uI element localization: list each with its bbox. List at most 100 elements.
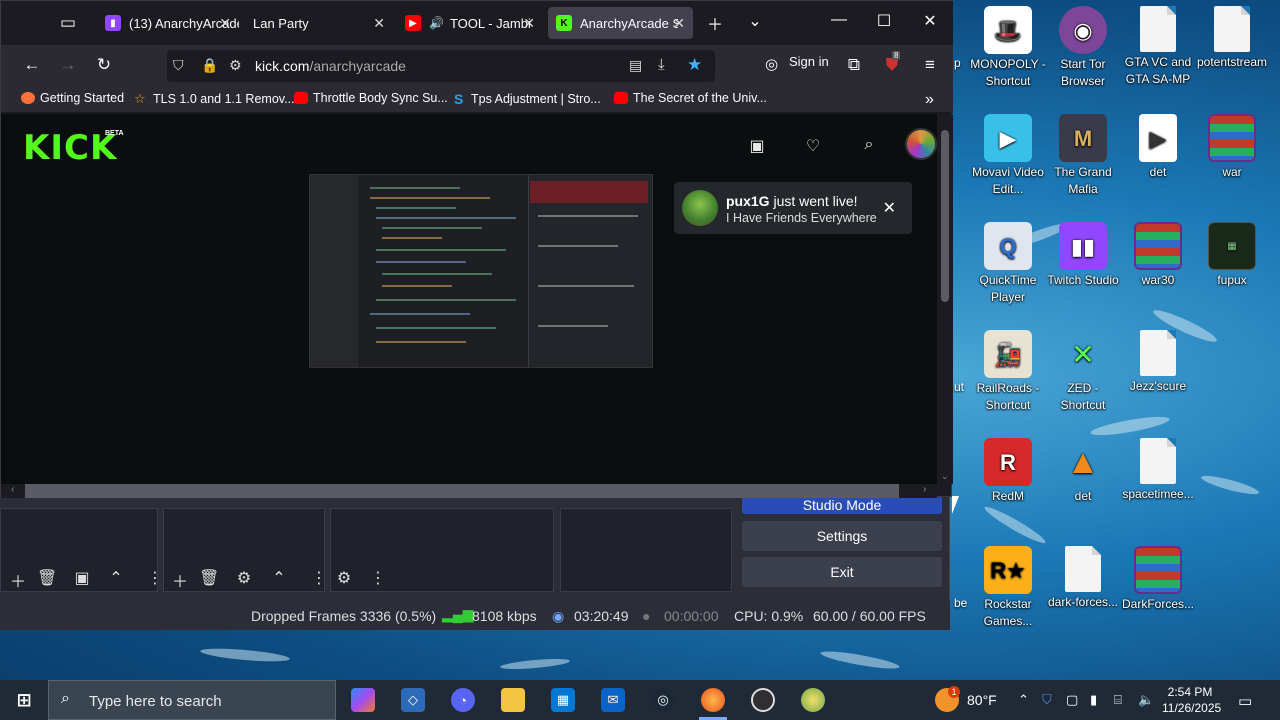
desktop-icon-quicktime[interactable]: Q QuickTime Player — [970, 222, 1046, 306]
app-icon[interactable] — [801, 688, 825, 712]
volume-icon[interactable]: 🔈 — [1138, 692, 1154, 708]
bookmark-item[interactable]: ☆ TLS 1.0 and 1.1 Remov... — [134, 91, 295, 107]
discord-icon[interactable]: ◔ — [451, 688, 475, 712]
desktop-icon-monopoly[interactable]: 🎩 MONOPOLY - Shortcut — [970, 6, 1046, 90]
scrollbar-thumb[interactable] — [25, 484, 899, 498]
desktop-icon-rockstar[interactable]: R★ Rockstar Games... — [970, 546, 1046, 630]
taskbar-search[interactable]: ⌕ Type here to search — [48, 680, 336, 720]
search-icon[interactable]: ⌕ — [857, 136, 881, 154]
tab-twitch[interactable]: ▮ (13) AnarchyArcade ✕ — [97, 7, 239, 39]
usb-icon[interactable]: ▮ — [1090, 692, 1097, 708]
add-scene-icon[interactable]: ＋ — [8, 568, 28, 592]
file-explorer-icon[interactable] — [501, 688, 525, 712]
chevron-up-icon[interactable]: ⌃ — [1018, 692, 1029, 708]
url-bar[interactable]: ⛉ 🔒 ⚙ kick.com/anarchyarcade ▤ ⤓ ★ — [167, 50, 715, 82]
desktop-icon-det[interactable]: ▶ det — [1120, 114, 1196, 181]
desktop-icon-railroads[interactable]: 🚂 RailRoads - Shortcut — [970, 330, 1046, 414]
close-tab-icon[interactable]: ✕ — [373, 15, 385, 32]
defender-icon[interactable]: ⛉ — [1042, 692, 1052, 708]
device-icon[interactable]: ▢ — [1066, 692, 1078, 708]
close-window-icon[interactable]: ✕ — [918, 11, 942, 31]
desktop-icon-jezzscure[interactable]: Jezz'scure — [1120, 330, 1196, 395]
mixer-gear-icon[interactable]: ⚙ — [334, 568, 354, 588]
desktop-icon-potentstream[interactable]: potentstream — [1194, 6, 1270, 71]
live-notification[interactable]: pux1G just went live! I Have Friends Eve… — [674, 182, 912, 234]
firefox-icon[interactable] — [701, 688, 725, 712]
desktop-icon-gta[interactable]: GTA VC and GTA SA-MP — [1120, 6, 1196, 88]
reader-view-icon[interactable]: ▤ — [629, 57, 642, 74]
vertical-scrollbar[interactable]: ⌄ — [937, 114, 953, 484]
tab-kick[interactable]: K AnarchyArcade St ✕ — [548, 7, 693, 39]
desktop-icon-grand-mafia[interactable]: M The Grand Mafia — [1045, 114, 1121, 198]
sign-in-button[interactable]: Sign in — [789, 54, 829, 69]
steam-icon[interactable]: ◎ — [651, 688, 675, 712]
close-icon[interactable]: ✕ — [883, 198, 896, 218]
bookmark-item[interactable]: The Secret of the Univ... — [614, 91, 767, 105]
desktop-icon-dark-forces[interactable]: dark-forces... — [1045, 546, 1121, 611]
more-menu-icon[interactable]: ⋮ — [368, 568, 388, 588]
close-tab-icon[interactable]: ✕ — [523, 15, 535, 32]
desktop-icon-zed[interactable]: ✕ ZED - Shortcut — [1045, 330, 1121, 414]
obs-icon[interactable] — [751, 688, 775, 712]
windows-start-icon[interactable]: ⊞ — [12, 688, 36, 712]
exit-button[interactable]: Exit — [742, 557, 942, 587]
desktop-icon-movavi[interactable]: ▶ Movavi Video Edit... — [970, 114, 1046, 198]
store-icon[interactable]: ▦ — [551, 688, 575, 712]
bookmark-item[interactable]: Throttle Body Sync Su... — [294, 91, 448, 105]
forward-icon[interactable]: → — [56, 55, 80, 75]
settings-button[interactable]: Settings — [742, 521, 942, 551]
minimize-icon[interactable]: — — [827, 11, 851, 29]
new-tab-icon[interactable]: ＋ — [703, 11, 727, 35]
desktop-icon-darkforces-rar[interactable]: DarkForces... — [1120, 546, 1196, 613]
tab-youtube[interactable]: ▶ 🔊 TOOL - Jambi ✕ — [397, 7, 543, 39]
horizontal-scrollbar[interactable]: ‹ › — [1, 484, 937, 498]
move-up-icon[interactable]: ⌃ — [106, 568, 126, 588]
bookmark-item[interactable]: Getting Started — [21, 91, 124, 105]
kick-logo[interactable]: KICK — [23, 128, 117, 168]
tab-list-icon[interactable]: ▭ — [56, 13, 80, 33]
extensions-icon[interactable]: ⧉ — [842, 55, 866, 75]
bookmark-star-icon[interactable]: ★ — [687, 55, 702, 75]
mail-icon[interactable]: ✉ — [601, 688, 625, 712]
tab-lan-party[interactable]: Lan Party ✕ — [245, 7, 393, 39]
desktop-icon-redm[interactable]: R RedM — [970, 438, 1046, 505]
desktop-icon-war[interactable]: war — [1194, 114, 1270, 181]
scroll-left-icon[interactable]: ‹ — [11, 484, 14, 495]
chevron-right-icon[interactable]: » — [925, 91, 934, 109]
scrollbar-thumb[interactable] — [941, 130, 949, 302]
video-player[interactable] — [309, 174, 653, 368]
shield-icon[interactable]: ⛉ — [173, 57, 184, 74]
avatar[interactable] — [905, 128, 937, 160]
heart-icon[interactable]: ♡ — [801, 136, 825, 156]
desktop-icon-war30[interactable]: war30 — [1120, 222, 1196, 289]
clock[interactable]: 2:54 PM 11/26/2025 — [1162, 684, 1221, 716]
more-menu-icon[interactable]: ⋮ — [145, 568, 165, 588]
visual-studio-icon[interactable]: ◇ — [401, 688, 425, 712]
hamburger-menu-icon[interactable]: ≡ — [918, 55, 942, 75]
desktop-icon-fupux[interactable]: ▦ fupux — [1194, 222, 1270, 289]
copilot-icon[interactable] — [351, 688, 375, 712]
more-menu-icon[interactable]: ⋮ — [309, 568, 329, 588]
scroll-right-icon[interactable]: › — [923, 484, 926, 495]
permissions-icon[interactable]: ⚙ — [229, 57, 242, 74]
desktop-icon-tor[interactable]: ◉ Start Tor Browser — [1045, 6, 1121, 90]
lock-icon[interactable]: 🔒 — [201, 57, 218, 74]
maximize-icon[interactable]: ☐ — [872, 11, 896, 31]
chevron-down-icon[interactable]: ⌄ — [743, 11, 767, 31]
library-icon[interactable]: ▣ — [745, 136, 769, 156]
account-icon[interactable]: ◎ — [765, 55, 778, 73]
source-gear-icon[interactable]: ⚙ — [234, 568, 254, 588]
source-move-up-icon[interactable]: ⌃ — [269, 568, 289, 588]
scene-filter-icon[interactable]: ▣ — [72, 568, 92, 588]
network-icon[interactable]: ⌸ — [1114, 692, 1122, 708]
remove-source-icon[interactable]: 🗑 — [199, 568, 219, 588]
desktop-icon-det-vlc[interactable]: ▲ det — [1045, 438, 1121, 505]
reload-icon[interactable]: ↻ — [92, 55, 116, 75]
back-icon[interactable]: ← — [20, 55, 44, 75]
add-source-icon[interactable]: ＋ — [170, 568, 190, 592]
url-text[interactable]: kick.com/anarchyarcade — [255, 58, 406, 74]
studio-mode-button[interactable]: Studio Mode — [742, 496, 942, 514]
bookmark-item[interactable]: S Tps Adjustment | Stro... — [454, 91, 601, 107]
remove-scene-icon[interactable]: 🗑 — [37, 568, 57, 588]
scroll-down-icon[interactable]: ⌄ — [941, 471, 949, 482]
